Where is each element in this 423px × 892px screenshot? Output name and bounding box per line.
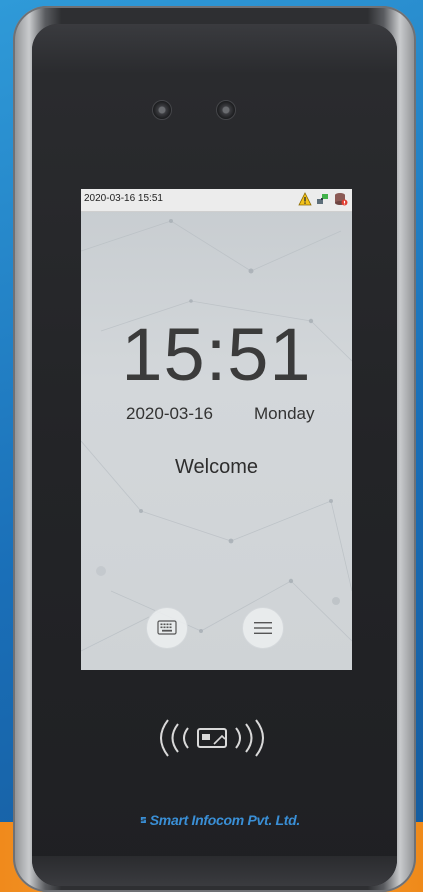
face-top-band [32,24,397,74]
status-datetime: 2020-03-16 15:51 [84,193,163,204]
brand-logo: Smart Infocom Pvt. Ltd. [140,805,300,835]
clock-day: Monday [254,404,315,423]
clock-time: 15:51 [121,313,312,396]
status-bar: 2020-03-16 15:51 [81,189,352,212]
keyboard-button[interactable] [146,607,188,649]
network-background-pattern [81,219,352,652]
camera-right-icon [216,100,236,120]
database-alert-icon [335,193,348,206]
menu-button[interactable] [242,607,284,649]
warning-icon [298,192,312,206]
face-bottom-band [32,856,397,886]
device-screen: 2020-03-16 15:51 15:51 2020-03-16 Monday… [81,189,352,670]
clock-date: 2020-03-16 [126,404,213,423]
network-icon [317,194,328,204]
welcome-message: Welcome [175,456,258,478]
rfid-card-icon [160,719,264,757]
menu-icon [254,622,272,634]
status-icons [298,192,348,206]
camera-left-icon [152,100,172,120]
keyboard-icon [157,620,177,635]
brand-name: Smart Infocom Pvt. Ltd. [149,812,301,828]
brand-mark-icon [140,817,146,823]
